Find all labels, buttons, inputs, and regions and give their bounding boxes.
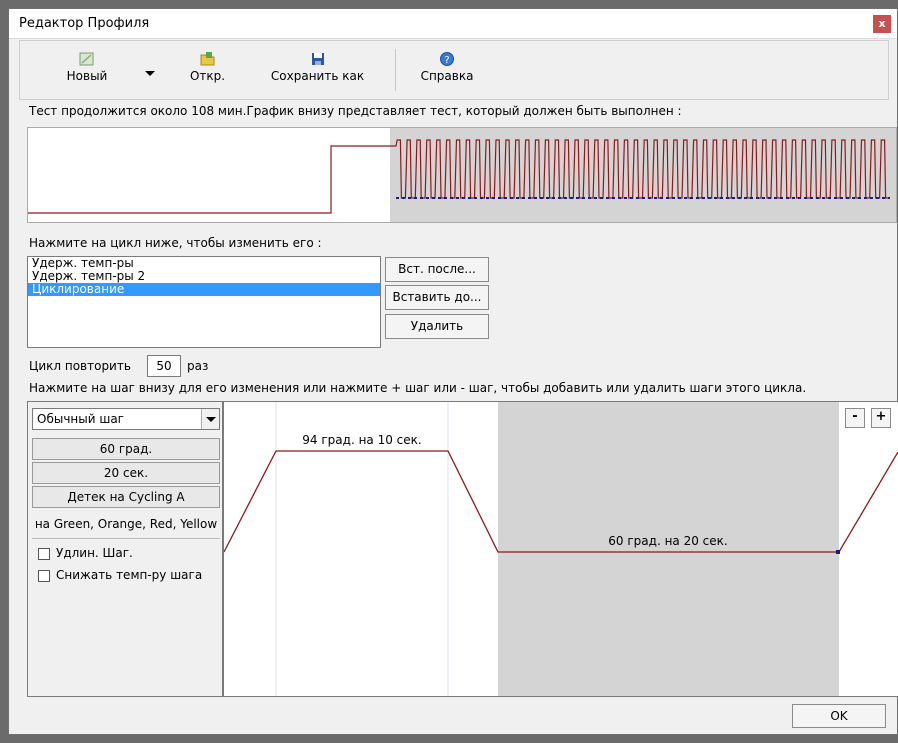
step-properties-panel: Обычный шаг 60 град. 20 сек. Детек на Cy… — [27, 401, 223, 697]
step-temperature-button[interactable]: 60 град. — [32, 438, 220, 460]
ok-button[interactable]: OK — [792, 704, 886, 728]
step-label-denature[interactable]: 94 град. на 10 сек. — [302, 433, 421, 447]
decrease-temp-checkbox[interactable]: Снижать темп-ру шага — [38, 568, 202, 582]
remove-step-button[interactable]: - — [845, 408, 865, 428]
repeat-suffix: раз — [187, 359, 209, 373]
title-bar: Редактор Профиля x — [9, 9, 897, 39]
cycle-item-cycling[interactable]: Циклирование — [28, 283, 380, 296]
new-profile-icon — [79, 52, 94, 66]
insert-after-button[interactable]: Вст. после... — [385, 257, 489, 282]
checkbox-icon[interactable] — [38, 547, 50, 560]
window-title: Редактор Профиля — [19, 16, 150, 31]
chevron-down-icon[interactable] — [201, 409, 219, 429]
cycle-instruction: Нажмите на цикл ниже, чтобы изменить его… — [29, 236, 322, 250]
step-label-anneal[interactable]: 60 град. на 20 сек. — [608, 534, 727, 548]
step-graph[interactable]: 94 град. на 10 сек. 60 град. на 20 сек. … — [223, 401, 898, 697]
new-dropdown-arrow-icon[interactable] — [145, 71, 155, 76]
step-duration-button[interactable]: 20 сек. — [32, 462, 220, 484]
steps-instruction: Нажмите на шаг внизу для его изменения и… — [29, 381, 807, 395]
test-overview-graph[interactable] — [27, 127, 897, 223]
save-as-button[interactable]: Сохранить как — [265, 51, 370, 83]
toolbar: Новый Откр. Сохранить как ? Справка — [19, 40, 889, 100]
repeat-count-input[interactable]: 50 — [147, 355, 181, 377]
checkbox-icon[interactable] — [38, 569, 50, 582]
close-button[interactable]: x — [873, 15, 891, 33]
insert-before-button[interactable]: Вставить до... — [385, 285, 489, 310]
step-detection-button[interactable]: Детек на Cycling A — [32, 486, 220, 508]
selected-step-shade[interactable] — [498, 402, 839, 696]
detection-channels: на Green, Orange, Red, Yellow — [34, 517, 218, 531]
panel-divider — [32, 538, 220, 539]
delete-cycle-button[interactable]: Удалить — [385, 314, 489, 339]
help-button[interactable]: ? Справка — [412, 51, 482, 83]
help-icon: ? — [440, 52, 454, 66]
toolbar-separator — [395, 49, 396, 91]
step-type-select[interactable]: Обычный шаг — [32, 408, 220, 430]
save-disk-icon — [311, 53, 324, 65]
cycle-list[interactable]: Удерж. темп-ры Удерж. темп-ры 2 Циклиров… — [27, 256, 381, 348]
new-button[interactable]: Новый — [52, 51, 122, 83]
svg-text:?: ? — [444, 55, 449, 66]
profile-editor-window: Редактор Профиля x Новый Откр. Сохранить… — [8, 8, 898, 735]
repeat-prefix: Цикл повторить — [29, 359, 131, 373]
extend-step-checkbox[interactable]: Удлин. Шаг. — [38, 546, 133, 560]
add-step-button[interactable]: + — [871, 408, 891, 428]
step-graph-svg: 94 град. на 10 сек. 60 град. на 20 сек. — [223, 402, 898, 696]
acquisition-marker — [836, 550, 840, 554]
open-folder-icon — [200, 52, 214, 66]
overview-svg — [28, 128, 896, 222]
open-button[interactable]: Откр. — [180, 51, 235, 83]
hold-temperature-curve — [28, 145, 390, 214]
test-duration-info: Тест продолжится около 108 мин.График вн… — [29, 104, 682, 118]
